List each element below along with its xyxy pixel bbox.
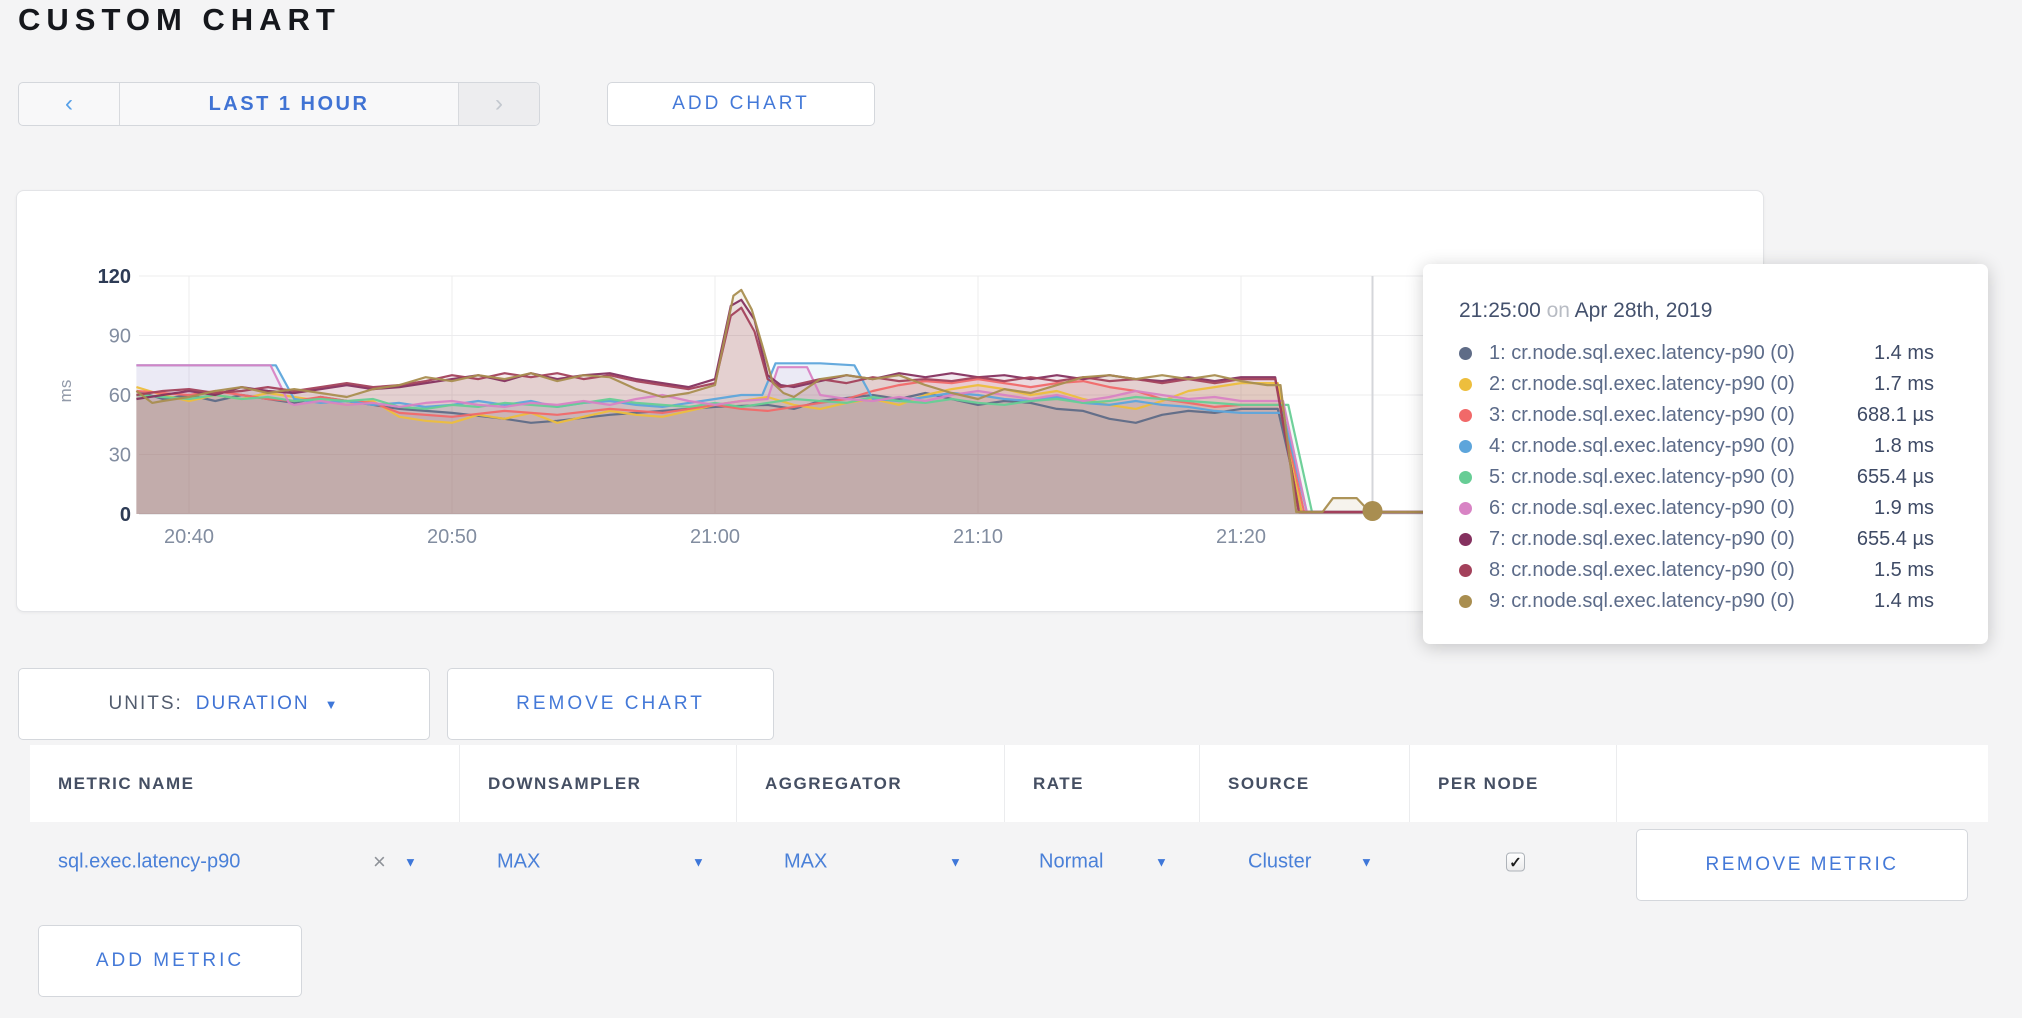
svg-text:20:40: 20:40 — [164, 526, 214, 548]
header-per-node: PER NODE — [1410, 745, 1617, 822]
time-range-button[interactable]: LAST 1 HOUR — [120, 83, 458, 125]
tooltip-series-label: 6: cr.node.sql.exec.latency-p90 (0) — [1489, 497, 1874, 520]
source-dropdown[interactable]: Cluster — [1248, 851, 1311, 874]
tooltip-row: 6: cr.node.sql.exec.latency-p90 (0)1.9 m… — [1459, 493, 1934, 524]
svg-text:60: 60 — [109, 385, 131, 407]
aggregator-caret-icon[interactable]: ▼ — [949, 855, 962, 870]
units-dropdown[interactable]: UNITS: DURATION ▼ — [18, 668, 430, 740]
series-color-dot-icon — [1459, 595, 1472, 608]
svg-text:21:20: 21:20 — [1216, 526, 1266, 548]
series-color-dot-icon — [1459, 564, 1472, 577]
metric-name-caret-icon[interactable]: ▼ — [404, 855, 417, 870]
series-color-dot-icon — [1459, 471, 1472, 484]
tooltip-series-label: 5: cr.node.sql.exec.latency-p90 (0) — [1489, 466, 1857, 489]
header-rate: RATE — [1005, 745, 1200, 822]
chevron-left-icon: ‹ — [65, 90, 73, 118]
svg-text:120: 120 — [98, 266, 131, 288]
metrics-table-header: METRIC NAME DOWNSAMPLER AGGREGATOR RATE … — [30, 745, 1988, 822]
metric-row: sql.exec.latency-p90 × ▼ MAX ▼ MAX ▼ Nor… — [30, 822, 1988, 902]
aggregator-dropdown[interactable]: MAX — [784, 851, 827, 874]
series-color-dot-icon — [1459, 533, 1472, 546]
tooltip-series-label: 7: cr.node.sql.exec.latency-p90 (0) — [1489, 528, 1857, 551]
series-color-dot-icon — [1459, 378, 1472, 391]
tooltip-series-label: 9: cr.node.sql.exec.latency-p90 (0) — [1489, 590, 1874, 613]
tooltip-row: 3: cr.node.sql.exec.latency-p90 (0)688.1… — [1459, 400, 1934, 431]
tooltip-header: 21:25:00 on Apr 28th, 2019 — [1459, 298, 1934, 324]
add-chart-button[interactable]: ADD CHART — [607, 82, 875, 126]
downsampler-caret-icon[interactable]: ▼ — [692, 855, 705, 870]
tooltip-series-value: 655.4 µs — [1857, 528, 1934, 551]
units-label: UNITS: — [109, 693, 183, 715]
tooltip-series-label: 3: cr.node.sql.exec.latency-p90 (0) — [1489, 404, 1857, 427]
tooltip-row: 8: cr.node.sql.exec.latency-p90 (0)1.5 m… — [1459, 555, 1934, 586]
tooltip-series-label: 8: cr.node.sql.exec.latency-p90 (0) — [1489, 559, 1874, 582]
svg-text:30: 30 — [109, 445, 131, 467]
tooltip-row: 2: cr.node.sql.exec.latency-p90 (0)1.7 m… — [1459, 369, 1934, 400]
tooltip-series-value: 1.5 ms — [1874, 559, 1934, 582]
time-range-selector[interactable]: ‹ LAST 1 HOUR › — [18, 82, 540, 126]
tooltip-series-value: 1.8 ms — [1874, 435, 1934, 458]
remove-chart-button[interactable]: REMOVE CHART — [447, 668, 774, 740]
hover-point-marker — [1363, 501, 1383, 521]
tooltip-row: 1: cr.node.sql.exec.latency-p90 (0)1.4 m… — [1459, 338, 1934, 369]
tooltip-row: 4: cr.node.sql.exec.latency-p90 (0)1.8 m… — [1459, 431, 1934, 462]
series-color-dot-icon — [1459, 502, 1472, 515]
chevron-right-icon: › — [495, 90, 503, 118]
header-downsampler: DOWNSAMPLER — [460, 745, 737, 822]
tooltip-series-label: 4: cr.node.sql.exec.latency-p90 (0) — [1489, 435, 1874, 458]
tooltip-series-value: 655.4 µs — [1857, 466, 1934, 489]
tooltip-date: Apr 28th, 2019 — [1575, 299, 1713, 322]
tooltip-rows: 1: cr.node.sql.exec.latency-p90 (0)1.4 m… — [1459, 338, 1934, 617]
metric-name-dropdown[interactable]: sql.exec.latency-p90 — [58, 851, 240, 874]
header-actions — [1617, 745, 1988, 822]
svg-text:21:00: 21:00 — [690, 526, 740, 548]
series-color-dot-icon — [1459, 440, 1472, 453]
time-next-button[interactable]: › — [458, 83, 539, 125]
header-source: SOURCE — [1200, 745, 1410, 822]
tooltip-series-value: 1.4 ms — [1874, 590, 1934, 613]
svg-text:0: 0 — [120, 504, 131, 526]
tooltip-row: 7: cr.node.sql.exec.latency-p90 (0)655.4… — [1459, 524, 1934, 555]
svg-text:90: 90 — [109, 326, 131, 348]
tooltip-series-value: 688.1 µs — [1857, 404, 1934, 427]
tooltip-on-word: on — [1547, 299, 1570, 322]
source-caret-icon[interactable]: ▼ — [1360, 855, 1373, 870]
remove-metric-button[interactable]: REMOVE METRIC — [1636, 829, 1968, 901]
rate-dropdown[interactable]: Normal — [1039, 851, 1103, 874]
tooltip-series-value: 1.7 ms — [1874, 373, 1934, 396]
series-color-dot-icon — [1459, 409, 1472, 422]
chevron-down-icon[interactable]: ▼ — [325, 697, 340, 712]
series-color-dot-icon — [1459, 347, 1472, 360]
page-title: CUSTOM CHART — [18, 2, 341, 38]
y-axis-unit-label: ms — [56, 380, 75, 403]
tooltip-series-value: 1.4 ms — [1874, 342, 1934, 365]
rate-caret-icon[interactable]: ▼ — [1155, 855, 1168, 870]
svg-text:21:10: 21:10 — [953, 526, 1003, 548]
svg-text:20:50: 20:50 — [427, 526, 477, 548]
tooltip-series-value: 1.9 ms — [1874, 497, 1934, 520]
chart-hover-tooltip: 21:25:00 on Apr 28th, 2019 1: cr.node.sq… — [1423, 264, 1988, 644]
per-node-checkbox[interactable]: ✓ — [1506, 853, 1525, 872]
tooltip-row: 9: cr.node.sql.exec.latency-p90 (0)1.4 m… — [1459, 586, 1934, 617]
time-prev-button[interactable]: ‹ — [19, 83, 120, 125]
tooltip-series-label: 2: cr.node.sql.exec.latency-p90 (0) — [1489, 373, 1874, 396]
header-metric-name: METRIC NAME — [30, 745, 460, 822]
metric-clear-icon[interactable]: × — [373, 849, 386, 875]
tooltip-row: 5: cr.node.sql.exec.latency-p90 (0)655.4… — [1459, 462, 1934, 493]
header-aggregator: AGGREGATOR — [737, 745, 1005, 822]
add-metric-button[interactable]: ADD METRIC — [38, 925, 302, 997]
downsampler-dropdown[interactable]: MAX — [497, 851, 540, 874]
tooltip-time: 21:25:00 — [1459, 299, 1541, 322]
units-value: DURATION — [196, 693, 310, 715]
tooltip-series-label: 1: cr.node.sql.exec.latency-p90 (0) — [1489, 342, 1874, 365]
